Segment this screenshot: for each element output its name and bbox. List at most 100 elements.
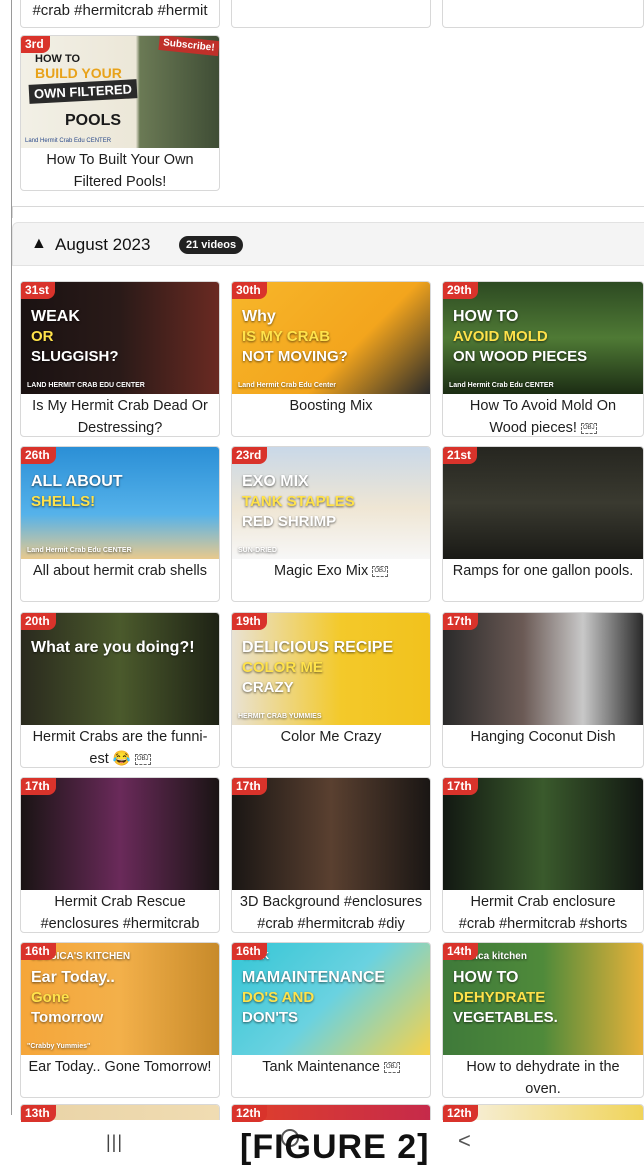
thumb-text: Land Hermit Crab Edu Center [238, 382, 337, 389]
caption-line: Ramps for one gallon pools. [447, 560, 639, 582]
video-card[interactable]: 17th 3D Background #enclosures #crab #herm… [231, 777, 431, 933]
video-card[interactable]: 17th Hermit Crab enclosure #crab #hermitcr… [442, 777, 644, 933]
caption-text: Wood pieces! [489, 420, 577, 436]
video-thumbnail[interactable]: 30th Why IS MY CRAB NOT MOVING? Land Hermit … [232, 282, 430, 394]
thumb-text: Ear Today.. [31, 969, 115, 986]
video-thumbnail[interactable]: 29th HOW TO AVOID MOLD ON WOOD PIECES Land H… [443, 282, 643, 394]
caption-text: All about hermit crab shells [32, 563, 208, 579]
caption-line: Hanging Coconut Dish [447, 726, 639, 748]
video-card[interactable]: #crab #hermitcrab #hermit [20, 0, 220, 28]
video-card[interactable]: 21st Ramps for one gallon pools. [442, 446, 644, 602]
video-thumbnail[interactable]: 20th What are you doing?! [21, 613, 219, 725]
month-title: August 2023 [55, 235, 151, 254]
video-card[interactable]: 14th Jessica kitchen HOW TO DEHYDRATE VEGETA… [442, 942, 644, 1098]
video-thumbnail[interactable]: 3rd HOW TO BUILD YOUR OWN FILTERED POOLS… [21, 36, 219, 148]
caption-line: Destressing? [25, 417, 215, 436]
thumb-text: OR [31, 328, 54, 345]
video-caption: Hermit Crab Rescue #enclosures #hermitcra… [21, 890, 219, 932]
thumb-text: EXO MIX [242, 473, 309, 490]
video-thumbnail[interactable]: 14th Jessica kitchen HOW TO DEHYDRATE VEGETA… [443, 943, 643, 1055]
caption-text: #crab #hermitcrab #diy [257, 916, 405, 932]
video-caption: Hermit Crabs are the funni-est 😂 OBJ [21, 725, 219, 767]
video-card[interactable]: 3rd HOW TO BUILD YOUR OWN FILTERED POOLS… [20, 35, 220, 191]
caption-text: How to dehydrate in the [466, 1059, 620, 1075]
caption-text: #crab #hermitcrab #shorts [458, 916, 628, 932]
video-card[interactable]: 30th Why IS MY CRAB NOT MOVING? Land Hermit … [231, 281, 431, 437]
month-header[interactable]: ▲ August 2023 21 videos [12, 222, 644, 266]
caption-line: #enclosures #hermitcrab [25, 913, 215, 932]
thumb-text: NOT MOVING? [242, 348, 348, 365]
caption-line: Hermit Crab enclosure [447, 891, 639, 913]
video-card[interactable]: 29th HOW TO AVOID MOLD ON WOOD PIECES Land H… [442, 281, 644, 437]
object-replacement-icon: OBJ [580, 422, 597, 434]
thumb-text: Tomorrow [31, 1009, 104, 1026]
video-card[interactable]: 19th DELICIOUS RECIPE COLOR ME CRAZY HERMIT … [231, 612, 431, 768]
thumb-text: BUILD YOUR [35, 65, 122, 81]
top-row: #crab #hermitcrab #hermit [20, 0, 644, 28]
video-thumbnail[interactable]: 19th DELICIOUS RECIPE COLOR ME CRAZY HERMIT … [232, 613, 430, 725]
video-caption: Magic Exo Mix OBJ [232, 559, 430, 585]
month-container [12, 206, 644, 218]
caption-text: Magic Exo Mix [274, 563, 369, 579]
object-replacement-icon: OBJ [372, 565, 388, 577]
caption-text: oven. [525, 1081, 561, 1097]
caption-line: How To Avoid Mold On [447, 395, 639, 417]
date-badge: 12th [443, 1105, 478, 1122]
date-badge: 17th [21, 778, 56, 795]
thumb-text: Land Hermit Crab Edu CENTER [27, 547, 132, 554]
date-badge: 17th [443, 778, 478, 795]
thumb-text: WEAK [31, 308, 80, 325]
video-thumbnail[interactable]: 17th [21, 778, 219, 890]
video-caption: #crab #hermitcrab #hermit [32, 2, 208, 19]
video-card[interactable]: 16thTANKMAMAINTENANCEDO'S ANDDON'TS Tank … [231, 942, 431, 1098]
video-thumbnail[interactable]: 31st WEAK OR SLUGGISH? LAND HERMIT CRAB EDU … [21, 282, 219, 394]
date-badge: 3rd [21, 36, 50, 53]
date-badge: 26th [21, 447, 56, 464]
video-card[interactable]: 20th What are you doing?! Hermit Crabs are… [20, 612, 220, 768]
date-badge: 23rd [232, 447, 268, 464]
video-card[interactable]: 17th Hanging Coconut Dish [442, 612, 644, 768]
left-divider [11, 0, 12, 1115]
recents-icon[interactable]: ||| [106, 1132, 123, 1153]
date-badge: 19th [232, 613, 267, 630]
caption-text: How To Avoid Mold On [469, 398, 617, 414]
video-thumbnail[interactable]: 17th [232, 778, 430, 890]
date-badge: 17th [443, 613, 478, 630]
thumb-text: Land Hermit Crab Edu CENTER [25, 138, 112, 144]
thumb-text: SUN-DRIED [238, 547, 277, 554]
video-card[interactable]: 17th Hermit Crab Rescue #enclosures #hermi… [20, 777, 220, 933]
caption-line: #crab #hermitcrab #diy [236, 913, 426, 932]
date-badge: 17th [232, 778, 267, 795]
video-card[interactable]: 23rd EXO MIX TANK STAPLES RED SHRIMP SUN-DRI… [231, 446, 431, 602]
back-icon[interactable]: < [458, 1128, 471, 1154]
video-thumbnail[interactable]: 26th ALL ABOUT SHELLS! Land Hermit Crab Edu… [21, 447, 219, 559]
thumb-text: Land Hermit Crab Edu CENTER [449, 382, 554, 389]
thumb-text: LAND HERMIT CRAB EDU CENTER [27, 382, 145, 389]
video-card[interactable] [231, 0, 431, 28]
caption-line: 3D Background #enclosures [236, 891, 426, 913]
video-caption: How To Built Your Own Filtered Pools! [21, 148, 219, 190]
video-thumbnail[interactable]: 16thTANKMAMAINTENANCEDO'S ANDDON'TS [232, 943, 430, 1055]
thumb-text: SLUGGISH? [31, 348, 119, 365]
date-badge: 16th [232, 943, 267, 960]
video-caption: Ramps for one gallon pools. [443, 559, 643, 585]
thumb-text: SHELLS! [31, 493, 96, 510]
video-card[interactable]: 31st WEAK OR SLUGGISH? LAND HERMIT CRAB EDU … [20, 281, 220, 437]
video-card[interactable]: 16th JESSICA'S KITCHEN Ear Today.. Gone Tomo… [20, 942, 220, 1098]
date-badge: 12th [232, 1105, 267, 1122]
video-card[interactable] [442, 0, 644, 28]
date-badge: 30th [232, 282, 267, 299]
date-badge: 13th [21, 1105, 56, 1122]
video-thumbnail[interactable]: 23rd EXO MIX TANK STAPLES RED SHRIMP SUN-DRI… [232, 447, 430, 559]
video-caption: 3D Background #enclosures #crab #hermitcr… [232, 890, 430, 932]
video-thumbnail[interactable]: 21st [443, 447, 643, 559]
caption-text: 3D Background #enclosures [239, 894, 423, 910]
caption-text: #enclosures #hermitcrab [40, 916, 200, 932]
video-card[interactable]: 26th ALL ABOUT SHELLS! Land Hermit Crab Edu… [20, 446, 220, 602]
caption-line: est 😂 OBJ [25, 748, 215, 767]
video-thumbnail[interactable]: 17th [443, 778, 643, 890]
caption-text: Tank Maintenance [262, 1059, 380, 1075]
chevron-up-icon[interactable]: ▲ [31, 235, 47, 253]
video-thumbnail[interactable]: 16th JESSICA'S KITCHEN Ear Today.. Gone Tomo… [21, 943, 219, 1055]
video-thumbnail[interactable]: 17th [443, 613, 643, 725]
